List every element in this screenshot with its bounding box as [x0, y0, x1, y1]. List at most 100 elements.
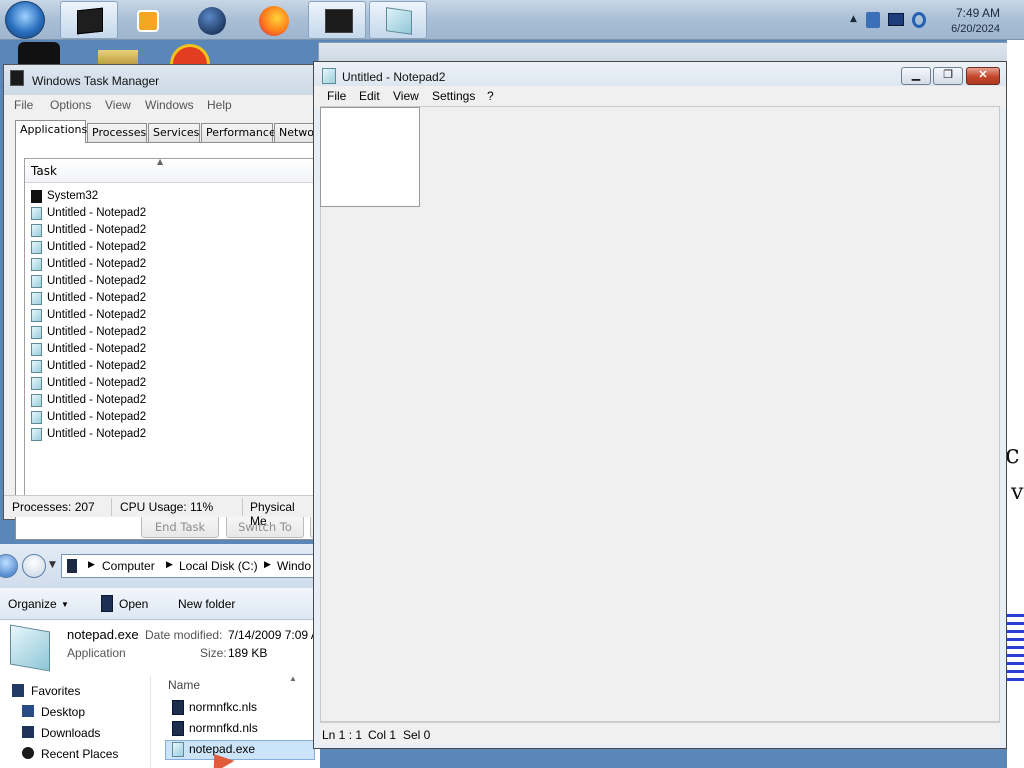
nav-downloads[interactable]: Downloads	[41, 726, 100, 740]
notepad-icon	[31, 258, 42, 271]
menu-windows[interactable]: Windows	[145, 98, 194, 112]
task-row[interactable]: Untitled - Notepad2	[25, 273, 313, 290]
task-row[interactable]: Untitled - Notepad2	[25, 205, 313, 222]
task-row[interactable]: Untitled - Notepad2	[25, 409, 313, 426]
desktop-stripe	[1007, 654, 1024, 657]
task-column-header[interactable]: Task ▲	[25, 159, 313, 183]
task-row[interactable]: Untitled - Notepad2	[25, 392, 313, 409]
desktop-icon	[22, 705, 34, 717]
tab-performance[interactable]: Performance	[201, 123, 276, 142]
menu-view[interactable]: View	[393, 89, 419, 103]
notepad2-statusbar: Ln 1 : 1 Col 1 Sel 0	[320, 722, 1000, 744]
volume-icon[interactable]	[912, 12, 926, 28]
task-row[interactable]: Untitled - Notepad2	[25, 290, 313, 307]
sort-ascending-icon: ▲	[289, 674, 297, 683]
tab-services[interactable]: Services	[148, 123, 200, 142]
menu-view[interactable]: View	[105, 98, 131, 112]
date-modified-label: Date modified:	[145, 628, 223, 642]
end-task-button[interactable]: End Task	[141, 515, 219, 538]
clock-time[interactable]: 7:49 AM	[956, 6, 1000, 20]
task-row[interactable]: Untitled - Notepad2	[25, 256, 313, 273]
notepad-icon	[172, 742, 184, 757]
menu-help[interactable]: Help	[207, 98, 232, 112]
menu-help[interactable]: ?	[487, 89, 494, 103]
menu-edit[interactable]: Edit	[359, 89, 380, 103]
task-list[interactable]: Task ▲ System32 Untitled - Notepad2 Unti…	[24, 158, 314, 504]
task-row[interactable]: Untitled - Notepad2	[25, 239, 313, 256]
back-button[interactable]	[0, 554, 18, 578]
computer-icon	[67, 559, 77, 573]
task-manager-window[interactable]: Windows Task Manager File Options View W…	[3, 64, 318, 540]
selected-file-type: Application	[67, 646, 126, 660]
show-hidden-icons-chevron-icon[interactable]: ▲	[850, 14, 857, 24]
task-column-label: Task	[31, 164, 57, 178]
nav-recent-places[interactable]: Recent Places	[41, 747, 118, 761]
notepad-icon	[31, 377, 42, 390]
start-button[interactable]	[5, 1, 45, 39]
taskbar-button-media[interactable]	[120, 1, 178, 39]
notepad2-window[interactable]: Untitled - Notepad2 ▁ ❐ ✕ File Edit View…	[313, 61, 1007, 749]
tab-applications[interactable]: Applications	[15, 120, 87, 143]
taskbar-button-notepad2[interactable]	[369, 1, 427, 39]
task-row[interactable]: System32	[25, 188, 313, 205]
task-row[interactable]: Untitled - Notepad2	[25, 324, 313, 341]
usb-device-icon[interactable]	[866, 12, 880, 28]
maximize-button[interactable]: ❐	[933, 67, 963, 85]
nls-file-icon	[172, 700, 184, 715]
task-row[interactable]: Untitled - Notepad2	[25, 341, 313, 358]
forward-button[interactable]	[22, 554, 46, 578]
tab-networking[interactable]: Networ	[274, 123, 316, 142]
breadcrumb-computer[interactable]: Computer	[102, 559, 155, 573]
breadcrumb[interactable]: ▶ Computer ▶ Local Disk (C:) ▶ Windo	[61, 554, 321, 578]
recent-pages-chevron-icon[interactable]: ▼	[49, 560, 56, 570]
task-row[interactable]: Untitled - Notepad2	[25, 222, 313, 239]
taskbar-button-app1[interactable]	[60, 1, 118, 39]
size-label: Size:	[200, 646, 227, 660]
task-manager-icon	[10, 70, 24, 86]
notepad2-edit-area[interactable]	[320, 106, 1000, 722]
network-icon[interactable]	[888, 13, 904, 26]
organize-button[interactable]: Organize	[8, 597, 57, 611]
explorer-file-list[interactable]: Name ▲ normnfkc.nls normnfkd.nls notepad…	[150, 674, 320, 768]
minimize-button[interactable]: ▁	[901, 67, 931, 85]
breadcrumb-separator-icon[interactable]: ▶	[264, 559, 271, 570]
menu-settings[interactable]: Settings	[432, 89, 475, 103]
breadcrumb-windows[interactable]: Windo	[277, 559, 311, 573]
taskbar-button-globe[interactable]	[182, 1, 240, 39]
task-row[interactable]: Untitled - Notepad2	[25, 358, 313, 375]
task-row[interactable]: Untitled - Notepad2	[25, 426, 313, 443]
open-button[interactable]: Open	[119, 597, 148, 611]
clock-date[interactable]: 6/20/2024	[951, 23, 1000, 35]
menu-file[interactable]: File	[327, 89, 346, 103]
task-manager-titlebar[interactable]: Windows Task Manager	[4, 65, 314, 95]
taskbar-button-firefox[interactable]	[244, 1, 302, 39]
desktop-stripe	[1007, 638, 1024, 641]
name-column-header[interactable]: Name	[168, 678, 200, 692]
recent-places-icon	[22, 747, 34, 759]
file-row-name[interactable]: normnfkd.nls	[189, 721, 258, 735]
desktop-text-fragment: c	[1005, 440, 1020, 470]
task-row[interactable]: Untitled - Notepad2	[25, 307, 313, 324]
notepad-icon	[322, 68, 336, 84]
task-manager-statusbar: Processes: 207 CPU Usage: 11% Physical M…	[4, 495, 314, 528]
menu-options[interactable]: Options	[50, 98, 91, 112]
new-folder-button[interactable]: New folder	[178, 597, 235, 611]
nav-desktop[interactable]: Desktop	[41, 705, 85, 719]
breadcrumb-separator-icon[interactable]: ▶	[88, 559, 95, 570]
background-notepad2-window[interactable]	[318, 42, 1008, 62]
nav-favorites[interactable]: Favorites	[31, 684, 80, 698]
desktop-stripe	[1007, 646, 1024, 649]
menu-file[interactable]: File	[14, 98, 33, 112]
favorites-star-icon	[12, 684, 24, 697]
file-row-name[interactable]: normnfkc.nls	[189, 700, 257, 714]
explorer-window[interactable]: ▼ ▶ Computer ▶ Local Disk (C:) ▶ Windo O…	[0, 544, 321, 768]
task-row[interactable]: Untitled - Notepad2	[25, 375, 313, 392]
desktop-icon-red[interactable]	[170, 44, 210, 66]
breadcrumb-local-disk[interactable]: Local Disk (C:)	[179, 559, 258, 573]
close-button[interactable]: ✕	[966, 67, 1000, 85]
size-value: 189 KB	[228, 646, 268, 660]
breadcrumb-separator-icon[interactable]: ▶	[166, 559, 173, 570]
desktop-icon-top-hat[interactable]	[18, 42, 60, 66]
tab-processes[interactable]: Processes	[87, 123, 147, 142]
taskbar-button-task-manager[interactable]	[308, 1, 366, 39]
